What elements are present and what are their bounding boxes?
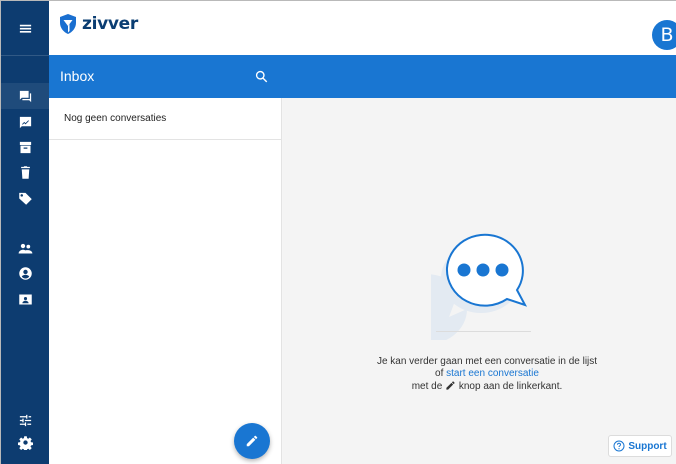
contacts-icon[interactable] <box>1 235 49 261</box>
contact-card-icon[interactable] <box>1 286 49 312</box>
app-window: zivver B Inbox Nog geen conversaties Je … <box>0 0 676 464</box>
page-title: Inbox <box>60 68 95 84</box>
brand-name: zivver <box>82 14 138 34</box>
empty-state-line2-prefix: of <box>435 368 447 379</box>
search-icon[interactable] <box>252 67 270 85</box>
start-conversation-link[interactable]: start een conversatie <box>446 368 539 379</box>
empty-state-text: Je kan verder gaan met een conversatie i… <box>357 356 617 393</box>
rail-divider <box>1 55 49 56</box>
avatar[interactable]: B <box>652 20 676 50</box>
pencil-icon <box>445 380 456 391</box>
conversation-list: Nog geen conversaties <box>49 98 282 464</box>
menu-icon[interactable] <box>1 15 49 41</box>
shield-logo-icon <box>60 14 76 34</box>
help-icon <box>613 440 625 452</box>
empty-state-line2: of start een conversatie <box>357 368 617 380</box>
empty-list-message: Nog geen conversaties <box>49 98 281 140</box>
support-button[interactable]: Support <box>608 435 672 457</box>
archive-icon[interactable] <box>1 134 49 160</box>
pencil-icon <box>246 435 258 447</box>
account-icon[interactable] <box>1 260 49 286</box>
inbox-icon[interactable] <box>1 83 49 109</box>
empty-state-line3: met de knop aan de linkerkant. <box>357 380 617 393</box>
empty-state-line3-prefix: met de <box>411 381 446 392</box>
trash-icon[interactable] <box>1 159 49 185</box>
zivver-logo[interactable]: zivver <box>58 13 138 35</box>
top-bar: zivver B <box>49 1 676 55</box>
sent-icon[interactable] <box>1 109 49 135</box>
compose-button[interactable] <box>234 423 270 459</box>
support-label: Support <box>628 440 667 452</box>
conversation-view: Je kan verder gaan met een conversatie i… <box>283 98 676 464</box>
label-icon[interactable] <box>1 185 49 211</box>
empty-state-line3-suffix: knop aan de linkerkant. <box>456 381 563 392</box>
gear-icon[interactable] <box>1 429 49 455</box>
inbox-header: Inbox <box>49 55 676 98</box>
empty-state-line1: Je kan verder gaan met een conversatie i… <box>376 356 598 367</box>
nav-rail <box>1 1 49 464</box>
chat-bubble-icon <box>431 233 531 340</box>
